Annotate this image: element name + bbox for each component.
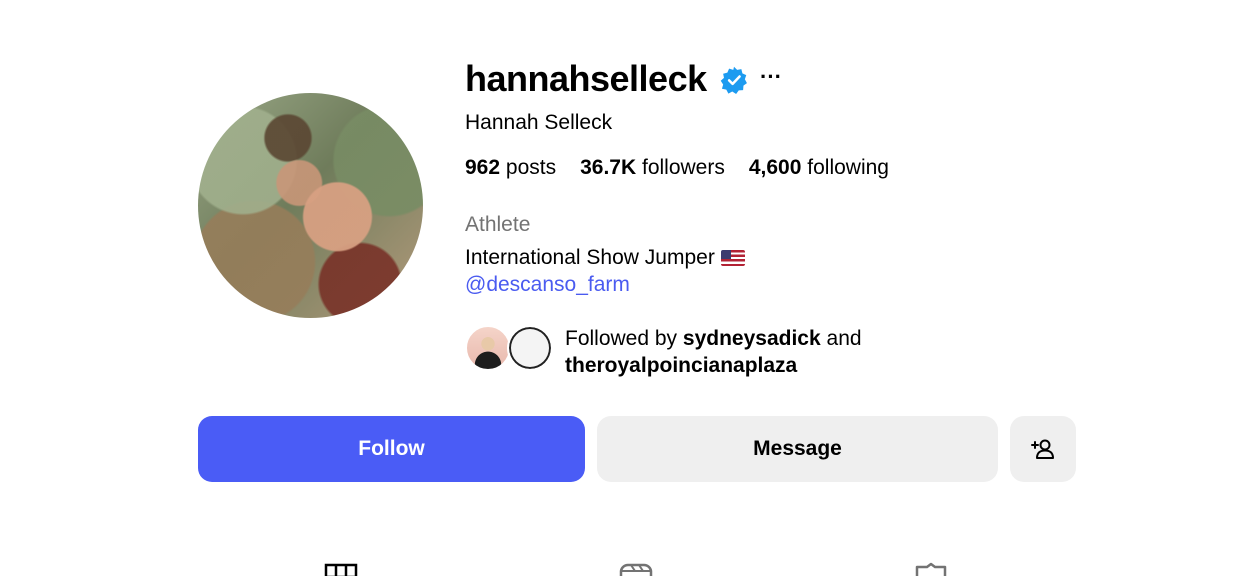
bio-text: International Show Jumper	[465, 246, 715, 269]
verified-badge-icon	[720, 66, 747, 94]
posts-label: posts	[505, 156, 557, 179]
following-count: 4,600	[748, 156, 802, 179]
followed-by-joiner: and	[826, 327, 862, 350]
grid-icon[interactable]	[324, 562, 358, 576]
followed-by-prefix: Followed by	[565, 327, 678, 350]
message-button[interactable]: Message	[597, 416, 998, 482]
following-stat[interactable]: 4,600 following	[749, 156, 889, 180]
add-person-icon	[1031, 439, 1054, 459]
followed-by-text[interactable]: Followed by sydneysadick and theroyalpoi…	[565, 325, 862, 379]
followers-stat[interactable]: 36.7K followers	[580, 156, 725, 180]
profile-category: Athlete	[465, 213, 531, 236]
profile-stats: 962 posts 36.7K followers 4,600 followin…	[465, 156, 889, 180]
mutual-followers-avatars[interactable]	[465, 325, 555, 375]
followers-label: followers	[641, 156, 725, 179]
reels-icon[interactable]	[619, 562, 653, 576]
suggested-accounts-button[interactable]	[1010, 416, 1076, 482]
profile-full-name: Hannah Selleck	[465, 111, 613, 134]
mutual-name-2[interactable]: theroyalpoincianaplaza	[565, 354, 797, 377]
posts-stat: 962 posts	[465, 156, 556, 180]
tagged-icon[interactable]	[914, 562, 948, 576]
profile-bio: International Show Jumper	[465, 246, 745, 270]
bio-link[interactable]: @descanso_farm	[465, 273, 630, 297]
followers-count: 36.7K	[580, 156, 637, 179]
more-options-icon[interactable]: ···	[760, 64, 782, 90]
follow-button[interactable]: Follow	[198, 416, 585, 482]
us-flag-icon	[720, 250, 745, 267]
posts-count: 962	[465, 156, 501, 179]
mutual-name-1[interactable]: sydneysadick	[683, 327, 821, 350]
following-label: following	[807, 156, 889, 179]
profile-avatar[interactable]	[198, 93, 423, 318]
mutual-avatar-sydneysadick[interactable]	[465, 325, 511, 371]
profile-username: hannahselleck	[465, 58, 707, 99]
mutual-avatar-theroyalpoincianaplaza[interactable]	[507, 325, 553, 371]
